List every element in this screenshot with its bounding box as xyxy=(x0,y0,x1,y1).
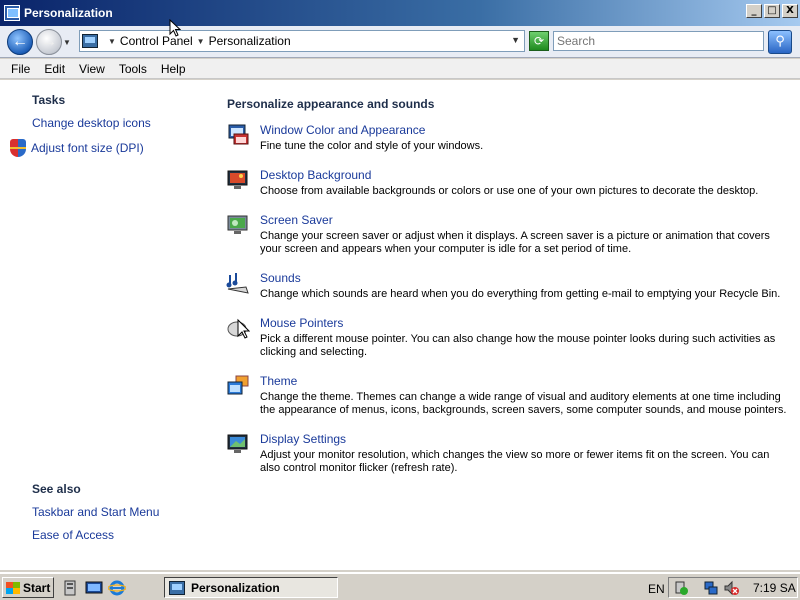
taskbar: Start Personalization EN 7:19 SA xyxy=(0,572,800,600)
personalization-app-icon[interactable] xyxy=(4,5,20,21)
mouse-pointers-link[interactable]: Mouse Pointers xyxy=(260,316,343,330)
adjust-font-size-link[interactable]: Adjust font size (DPI) xyxy=(10,139,144,157)
ease-of-access-label: Ease of Access xyxy=(32,528,115,542)
page-heading: Personalize appearance and sounds xyxy=(227,97,435,111)
breadcrumb-control-panel[interactable]: Control Panel xyxy=(120,34,193,48)
tasks-sidebar: Tasks Change desktop icons Adjust font s… xyxy=(0,80,210,570)
windows-logo-icon xyxy=(6,581,20,594)
theme-description: Change the theme. Themes can change a wi… xyxy=(260,391,787,416)
ease-of-access-link[interactable]: Ease of Access xyxy=(32,528,114,542)
taskbar-personalization-button[interactable]: Personalization xyxy=(164,577,338,598)
start-label: Start xyxy=(23,580,51,595)
sounds-link[interactable]: Sounds xyxy=(260,271,301,285)
mouse-cursor-icon xyxy=(169,19,181,37)
screen-saver-link[interactable]: Screen Saver xyxy=(260,213,333,227)
task-screen-saver: Screen Saver Change your screen saver or… xyxy=(226,213,791,259)
menu-edit[interactable]: Edit xyxy=(37,62,72,76)
search-input[interactable] xyxy=(553,31,764,51)
see-also-heading: See also xyxy=(32,482,81,496)
server-manager-icon[interactable] xyxy=(62,579,80,597)
adjust-font-size-label: Adjust font size (DPI) xyxy=(31,141,144,155)
system-tray: 7:19 SA xyxy=(668,577,798,598)
desktop-background-link[interactable]: Desktop Background xyxy=(260,168,371,182)
forward-button[interactable]: → xyxy=(36,29,62,55)
mouse-pointers-icon xyxy=(227,318,250,339)
desktop-background-description: Choose from available backgrounds or col… xyxy=(260,185,759,197)
back-button[interactable]: ← xyxy=(7,29,33,55)
window-color-icon xyxy=(228,124,249,145)
taskbar-window-label: Personalization xyxy=(191,580,280,595)
tasks-heading: Tasks xyxy=(32,93,66,107)
taskbar-start-menu-link[interactable]: Taskbar and Start Menu xyxy=(32,505,159,519)
display-settings-link[interactable]: Display Settings xyxy=(260,432,346,446)
language-indicator[interactable]: EN xyxy=(648,582,665,596)
change-desktop-icons-label: Change desktop icons xyxy=(32,116,151,130)
window-title: Personalization xyxy=(24,6,113,20)
screen-saver-description: Change your screen saver or adjust when … xyxy=(260,230,770,255)
recent-pages-dropdown[interactable]: ▼ xyxy=(63,38,71,47)
task-mouse-pointers: Mouse Pointers Pick a different mouse po… xyxy=(226,316,791,362)
close-button[interactable]: X xyxy=(782,4,798,18)
volume-muted-icon[interactable] xyxy=(723,580,739,596)
menu-tools[interactable]: Tools xyxy=(112,62,154,76)
display-settings-description: Adjust your monitor resolution, which ch… xyxy=(260,449,770,474)
minimize-button[interactable]: _ xyxy=(746,4,762,18)
show-desktop-icon[interactable] xyxy=(85,579,103,597)
menu-help[interactable]: Help xyxy=(154,62,193,76)
control-panel-icon xyxy=(82,34,98,48)
search-button[interactable]: ⚲ xyxy=(768,30,792,54)
display-settings-icon xyxy=(227,434,248,453)
window-color-link[interactable]: Window Color and Appearance xyxy=(260,123,425,137)
personalization-taskbar-icon xyxy=(169,580,185,595)
chevron-down-icon[interactable]: ▼ xyxy=(197,37,205,46)
task-desktop-background: Desktop Background Choose from available… xyxy=(226,168,791,202)
task-theme: Theme Change the theme. Themes can chang… xyxy=(226,374,791,420)
maximize-button[interactable]: □ xyxy=(764,4,780,18)
sounds-description: Change which sounds are heard when you d… xyxy=(260,288,781,300)
desktop-background-icon xyxy=(227,170,248,189)
task-sounds: Sounds Change which sounds are heard whe… xyxy=(226,271,791,305)
breadcrumb-personalization[interactable]: Personalization xyxy=(209,34,291,48)
clock[interactable]: 7:19 SA xyxy=(753,581,796,595)
menu-file[interactable]: File xyxy=(4,62,37,76)
menu-view[interactable]: View xyxy=(72,62,112,76)
address-dropdown-icon[interactable]: ▼ xyxy=(511,35,520,45)
security-shield-icon xyxy=(10,139,26,157)
address-toolbar: ← → ▼ ▼ Control Panel ▼ Personalization … xyxy=(0,26,800,58)
theme-icon xyxy=(227,375,249,395)
chevron-down-icon[interactable]: ▼ xyxy=(108,37,116,46)
task-window-color: Window Color and Appearance Fine tune th… xyxy=(226,123,791,157)
address-field[interactable]: ▼ Control Panel ▼ Personalization ▼ xyxy=(79,30,525,52)
refresh-button[interactable]: ⟳ xyxy=(529,31,549,51)
title-bar[interactable]: Personalization _ □ X xyxy=(0,0,800,26)
menu-bar: File Edit View Tools Help xyxy=(0,59,800,79)
internet-explorer-icon[interactable] xyxy=(108,579,126,597)
window-color-description: Fine tune the color and style of your wi… xyxy=(260,140,484,152)
mouse-pointers-description: Pick a different mouse pointer. You can … xyxy=(260,333,776,358)
start-button[interactable]: Start xyxy=(2,577,54,598)
task-display-settings: Display Settings Adjust your monitor res… xyxy=(226,432,791,478)
taskbar-start-menu-label: Taskbar and Start Menu xyxy=(32,505,160,519)
content-area: Tasks Change desktop icons Adjust font s… xyxy=(0,80,800,570)
change-desktop-icons-link[interactable]: Change desktop icons xyxy=(32,116,151,130)
window-controls: _ □ X xyxy=(746,4,798,18)
sounds-icon xyxy=(226,273,249,294)
security-center-icon[interactable] xyxy=(673,580,689,596)
screen-saver-icon xyxy=(227,215,248,234)
theme-link[interactable]: Theme xyxy=(260,374,297,388)
network-icon[interactable] xyxy=(703,580,719,596)
